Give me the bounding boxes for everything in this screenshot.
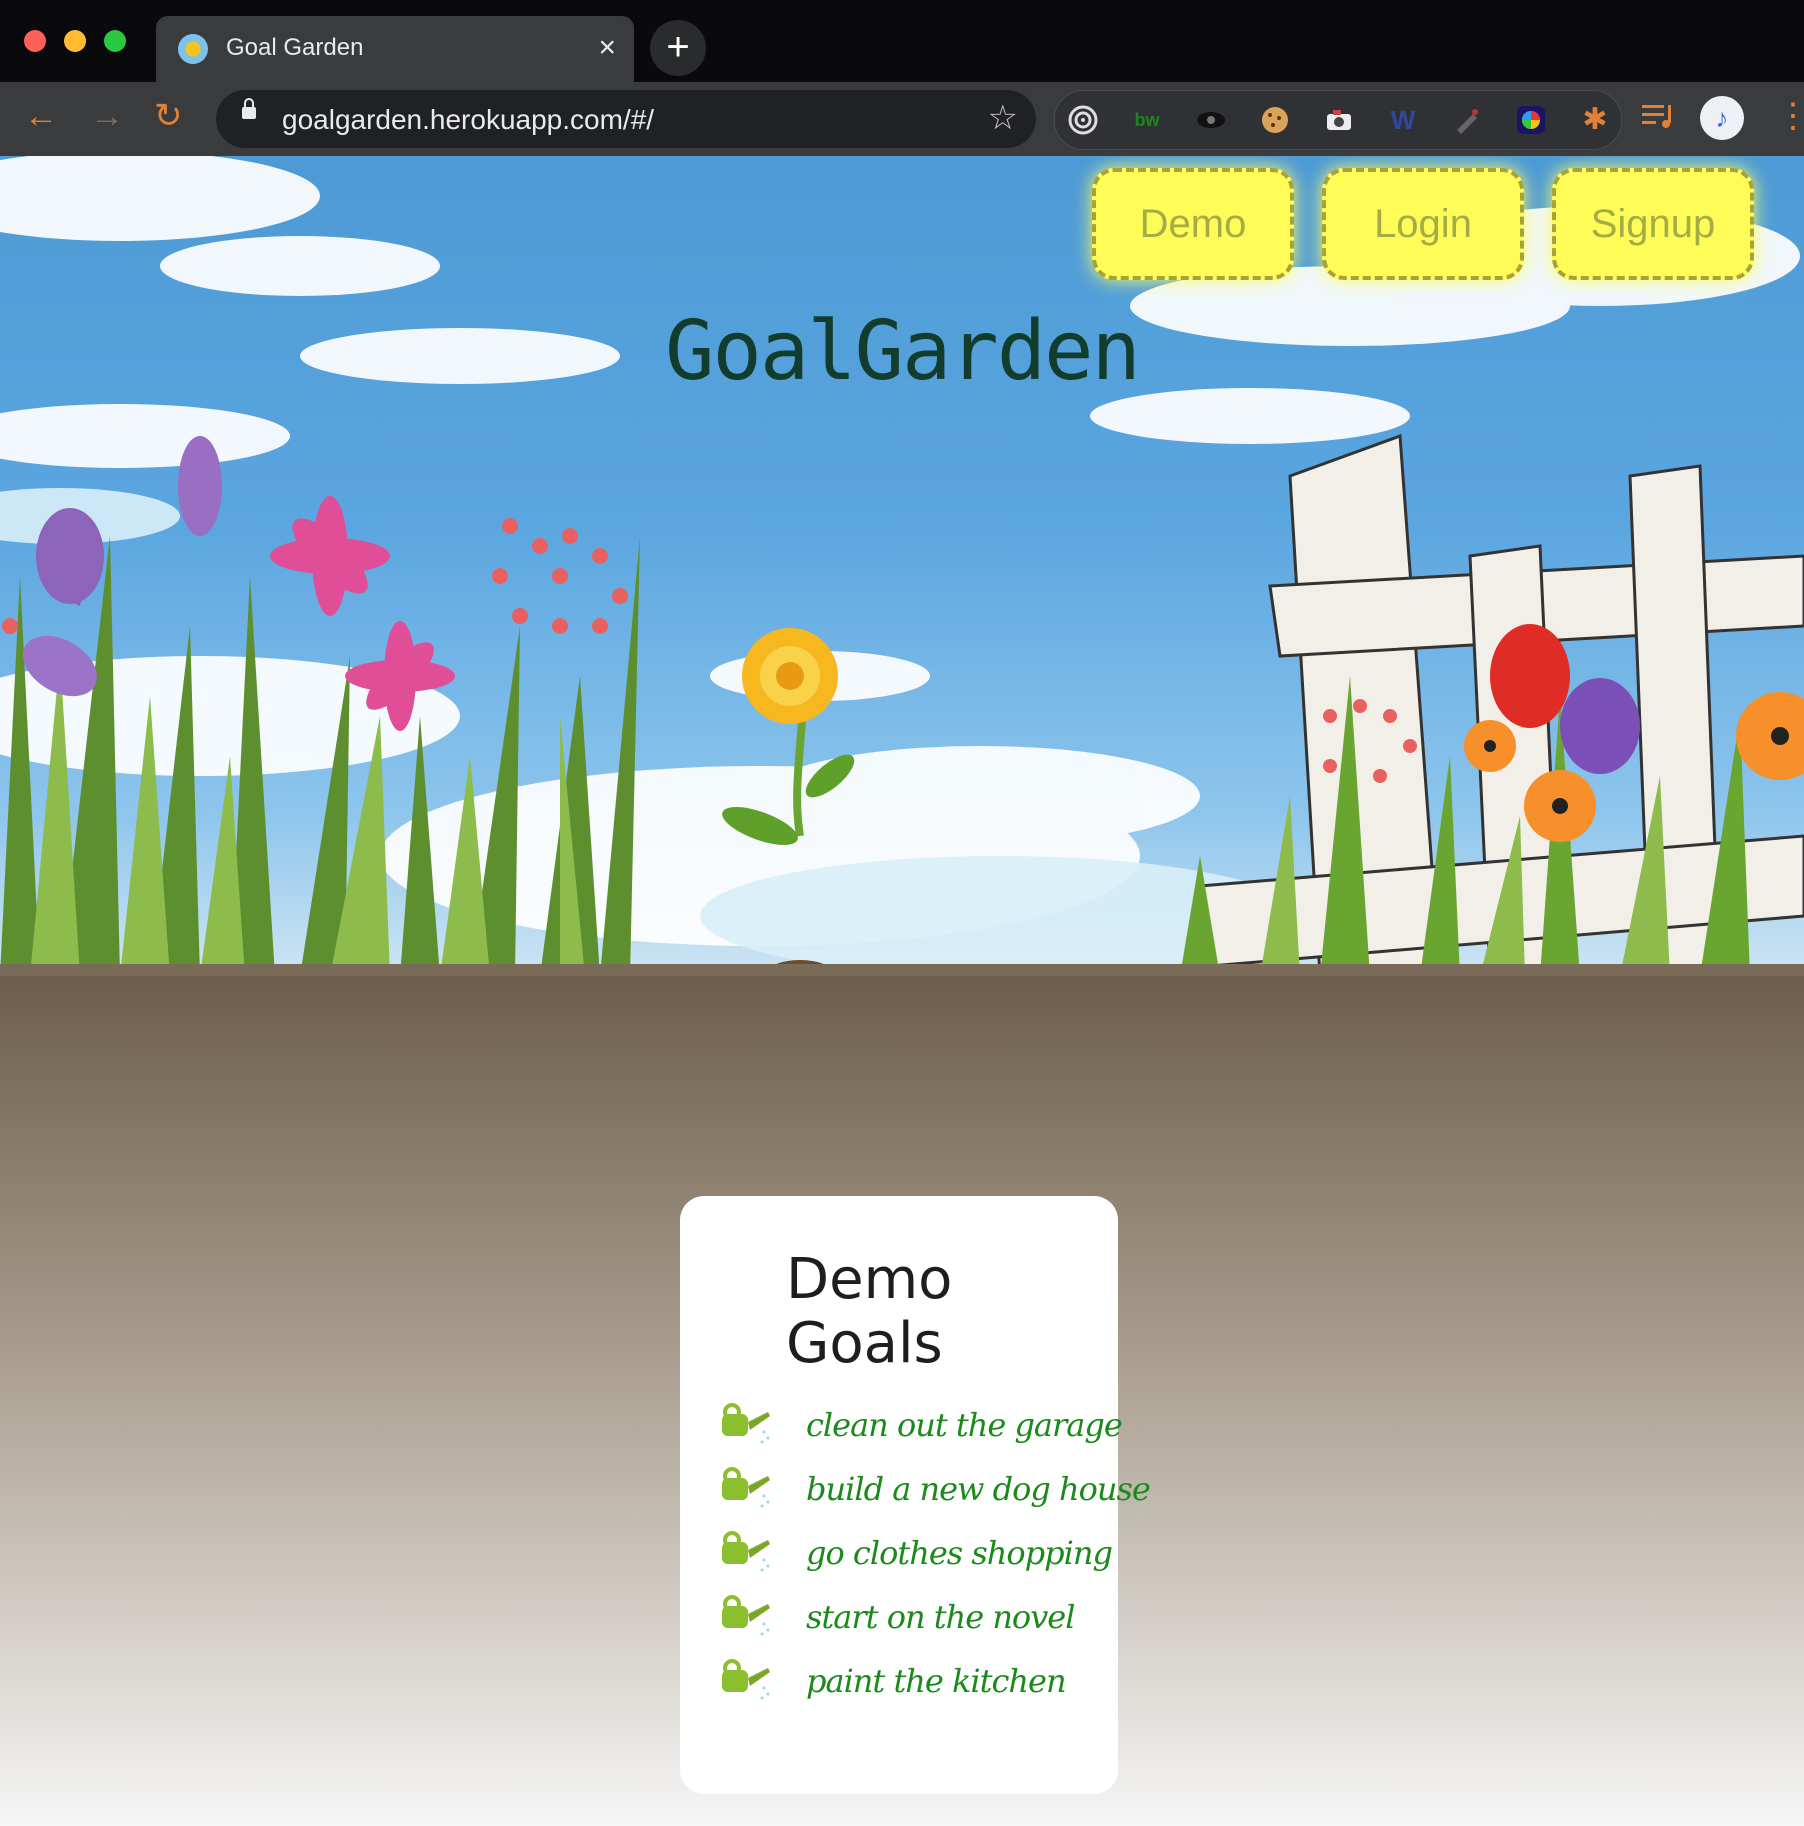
goal-text: start on the novel — [806, 1598, 1075, 1636]
goal-item[interactable]: paint the kitchen — [718, 1652, 1108, 1712]
url-text[interactable]: goalgarden.herokuapp.com/#/ — [282, 104, 654, 136]
login-button[interactable]: Login — [1322, 168, 1524, 280]
forward-arrow-icon[interactable]: → — [90, 94, 124, 138]
goal-text: clean out the garage — [806, 1406, 1123, 1444]
watering-can-icon — [722, 1595, 770, 1636]
demo-goals-card: Demo Goals clean out the garage build a … — [680, 1196, 1151, 1794]
camera-extension-icon[interactable] — [1323, 104, 1355, 136]
demo-button[interactable]: Demo — [1092, 168, 1294, 280]
page-content: Demo Login Signup GoalGarden Demo Goals … — [0, 156, 1804, 1826]
extensions-area: bw W ✱ — [1054, 90, 1622, 150]
bookmark-star-icon[interactable]: ☆ — [988, 98, 1018, 138]
cookie-extension-icon[interactable] — [1259, 104, 1291, 136]
zoom-window-button[interactable] — [104, 30, 126, 52]
media-control-icon[interactable] — [1640, 98, 1676, 142]
profile-avatar[interactable]: ♪ — [1700, 96, 1744, 140]
reload-icon[interactable]: ↻ — [154, 94, 183, 138]
close-window-button[interactable] — [24, 30, 46, 52]
color-wheel-extension-icon[interactable] — [1515, 104, 1547, 136]
goal-item[interactable]: build a new dog house — [718, 1460, 1151, 1520]
goal-text: build a new dog house — [806, 1470, 1151, 1508]
address-bar[interactable]: goalgarden.herokuapp.com/#/ ☆ — [216, 90, 1036, 148]
watering-can-icon — [722, 1531, 770, 1572]
browser-menu-icon[interactable]: ⋮ — [1776, 94, 1804, 138]
pen-extension-icon[interactable] — [1451, 104, 1483, 136]
goal-item[interactable]: clean out the garage — [718, 1396, 1123, 1456]
target-extension-icon[interactable] — [1067, 104, 1099, 136]
bw-extension-icon[interactable]: bw — [1131, 104, 1163, 136]
back-arrow-icon[interactable]: ← — [24, 94, 58, 138]
site-title: GoalGarden — [665, 304, 1141, 399]
browser-tab-strip: Goal Garden × + — [0, 0, 1804, 82]
w-extension-icon[interactable]: W — [1387, 104, 1419, 136]
lock-icon — [242, 98, 256, 119]
puzzle-extensions-icon[interactable]: ✱ — [1579, 104, 1611, 136]
hero-garden-banner: Demo Login Signup GoalGarden — [0, 156, 1804, 976]
new-tab-button[interactable]: + — [650, 20, 706, 76]
tab-title: Goal Garden — [226, 34, 364, 61]
minimize-window-button[interactable] — [64, 30, 86, 52]
signup-button[interactable]: Signup — [1552, 168, 1754, 280]
demo-goals-heading: Demo Goals — [786, 1247, 953, 1376]
auth-nav: Demo Login Signup — [1092, 168, 1754, 280]
watering-can-icon — [722, 1403, 770, 1444]
goal-item[interactable]: go clothes shopping — [718, 1524, 1113, 1584]
goal-text: paint the kitchen — [806, 1662, 1067, 1700]
watering-can-icon — [722, 1659, 770, 1700]
tab-close-icon[interactable]: × — [598, 30, 616, 66]
flower-favicon-icon — [178, 34, 208, 64]
goal-item[interactable]: start on the novel — [718, 1588, 1108, 1648]
watering-can-icon — [722, 1467, 770, 1508]
browser-tab[interactable]: Goal Garden × — [156, 16, 634, 82]
goal-text: go clothes shopping — [806, 1534, 1113, 1572]
eye-extension-icon[interactable] — [1195, 104, 1227, 136]
browser-toolbar: ← → ↻ goalgarden.herokuapp.com/#/ ☆ bw W… — [0, 82, 1804, 156]
